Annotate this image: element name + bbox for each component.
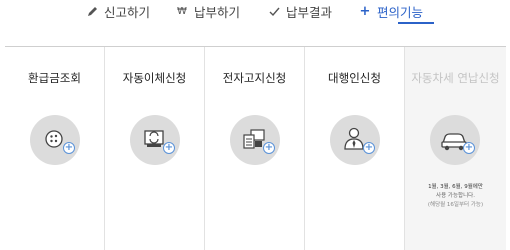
plus-badge-icon: + xyxy=(463,142,475,154)
service-title: 자동차세 연납신청 xyxy=(411,71,500,85)
availability-note: 사용 가능합니다. xyxy=(436,193,475,199)
check-icon xyxy=(268,5,280,17)
plus-badge-icon: + xyxy=(163,142,175,154)
service-agent-request[interactable]: 대행인신청 + xyxy=(305,47,405,250)
won-icon: ₩ xyxy=(177,5,187,17)
service-title: 환급금조회 xyxy=(28,71,81,85)
top-navigation: 신고하기 ₩ 납부하기 납부결과 + 편의기능 xyxy=(0,0,510,26)
service-e-notice[interactable]: 전자고지신청 + xyxy=(205,47,305,250)
agent-person-icon: + xyxy=(330,115,380,165)
auto-transfer-icon: + xyxy=(130,115,180,165)
plus-badge-icon: + xyxy=(263,142,275,154)
plus-icon: + xyxy=(359,3,371,19)
plus-badge-icon: + xyxy=(63,142,75,154)
service-title: 대행인신청 xyxy=(328,71,381,85)
nav-label: 납부하기 xyxy=(194,4,241,20)
e-notice-icon: + xyxy=(230,115,280,165)
service-car-tax-annual-payment[interactable]: 자동차세 연납신청 + 1월, 3월, 6월, 9월에만 사용 가능합니다. (… xyxy=(405,47,506,250)
nav-pay[interactable]: ₩ 납부하기 xyxy=(176,1,240,21)
nav-label: 편의기능 xyxy=(377,4,424,20)
service-title: 전자고지신청 xyxy=(222,71,287,85)
service-grid: 환급금조회 + 자동이체신청 + 전자고지신청 + 대행인신청 + 자동차세 연… xyxy=(5,46,506,250)
service-auto-transfer[interactable]: 자동이체신청 + xyxy=(105,47,205,250)
active-tab-underline xyxy=(398,22,434,24)
coins-icon: + xyxy=(30,115,80,165)
availability-note: 1월, 3월, 6월, 9월에만 xyxy=(428,184,483,190)
car-icon: + xyxy=(430,115,480,165)
service-title: 자동이체신청 xyxy=(122,71,187,85)
nav-label: 납부결과 xyxy=(286,4,333,20)
service-refund-inquiry[interactable]: 환급금조회 + xyxy=(5,47,105,250)
nav-pay-result[interactable]: 납부결과 xyxy=(268,1,332,21)
nav-label: 신고하기 xyxy=(104,4,151,20)
nav-convenience[interactable]: + 편의기능 xyxy=(359,1,423,21)
availability-note: (해당월 16일부터 가능) xyxy=(427,202,484,208)
plus-badge-icon: + xyxy=(363,142,375,154)
nav-file-report[interactable]: 신고하기 xyxy=(86,1,150,21)
pencil-icon xyxy=(86,5,98,17)
